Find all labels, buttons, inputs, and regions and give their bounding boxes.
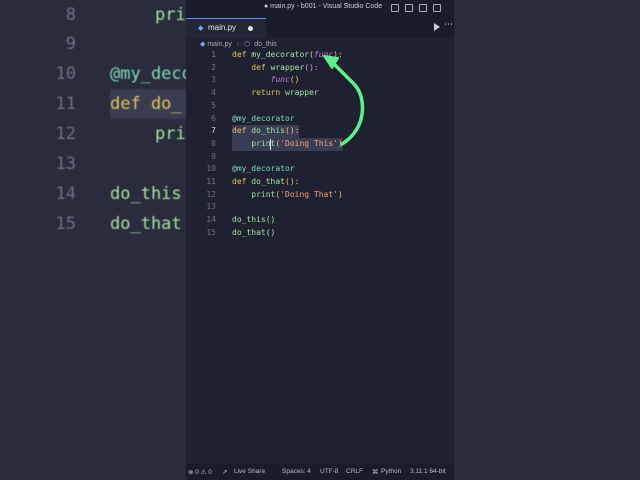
problems-indicator[interactable]: ⊗ 0 ⚠ 0 xyxy=(188,468,212,476)
line-code[interactable]: def my_decorator(func): xyxy=(232,49,343,62)
more-actions-icon[interactable]: ⋯ xyxy=(444,20,453,30)
line-code[interactable]: do_that() xyxy=(232,227,275,240)
line-number: 15 xyxy=(206,227,216,237)
bg-code: pri xyxy=(155,124,186,144)
python-language-icon: ⌘ xyxy=(372,469,379,476)
code-line[interactable]: 5 xyxy=(186,100,454,113)
vscode-window: ● main.py - b001 - Visual Studio Code ◆ … xyxy=(186,0,454,480)
breadcrumb-file[interactable]: main.py xyxy=(207,41,232,48)
code-line[interactable]: 3 func() xyxy=(186,74,454,87)
line-code[interactable]: @my_decorator xyxy=(232,163,295,176)
code-line[interactable]: 8 print('Doing This') xyxy=(186,137,454,151)
toggle-sidebar-icon[interactable] xyxy=(391,4,399,12)
line-number: 14 xyxy=(206,215,216,225)
line-code[interactable]: print('Doing This') xyxy=(232,137,343,151)
bg-line-number: 15 xyxy=(55,214,76,234)
line-code[interactable]: def wrapper(): xyxy=(232,62,318,75)
toggle-panel-icon[interactable] xyxy=(405,4,413,12)
line-number: 1 xyxy=(211,50,216,59)
bg-code: do_that xyxy=(110,214,182,234)
line-code[interactable]: return wrapper xyxy=(232,87,318,100)
code-line[interactable]: 7 def do_this(): xyxy=(186,125,454,138)
line-code[interactable]: func() xyxy=(232,74,300,87)
code-line[interactable]: 9 xyxy=(186,151,454,164)
line-number: 8 xyxy=(211,138,216,148)
line-number: 3 xyxy=(211,75,216,85)
bg-line-number: 8 xyxy=(65,5,76,25)
code-line[interactable]: 15 do_that() xyxy=(186,227,454,240)
eol-indicator[interactable]: CRLF xyxy=(346,468,363,475)
bg-line-number: 12 xyxy=(55,124,76,144)
live-share-button[interactable]: Live Share xyxy=(234,468,265,475)
line-number: 10 xyxy=(206,164,216,174)
code-line[interactable]: 12 print('Doing That') xyxy=(186,189,454,202)
line-number: 2 xyxy=(211,62,216,72)
python-file-icon: ◆ xyxy=(198,24,204,32)
line-number: 6 xyxy=(211,113,216,123)
text-cursor xyxy=(270,139,271,150)
toggle-secondary-sidebar-icon[interactable] xyxy=(419,4,427,12)
line-number: 9 xyxy=(211,151,216,161)
tab-bar: ◆ main.py ⋯ xyxy=(186,18,454,38)
breadcrumb-symbol[interactable]: do_this xyxy=(254,41,277,48)
indentation-indicator[interactable]: Spaces: 4 xyxy=(282,468,311,475)
code-line[interactable]: 1 def my_decorator(func): xyxy=(186,49,454,62)
line-number: 7 xyxy=(211,126,216,136)
status-bar: ⊗ 0 ⚠ 0 ↗ Live Share Spaces: 4 UTF-8 CRL… xyxy=(186,464,454,480)
line-code[interactable]: @my_decorator xyxy=(232,113,295,126)
line-code[interactable]: def do_this(): xyxy=(232,125,300,138)
function-symbol-icon: ⬡ xyxy=(244,41,251,48)
bg-line-number: 9 xyxy=(65,34,76,54)
bg-code: pri xyxy=(155,5,186,25)
line-code[interactable]: do_this() xyxy=(232,214,275,227)
line-number: 13 xyxy=(206,202,216,212)
unsaved-dot-icon[interactable] xyxy=(248,26,253,31)
bg-line-number: 11 xyxy=(55,94,76,114)
tab-label: main.py xyxy=(208,23,237,32)
line-number: 11 xyxy=(206,177,216,186)
window-title: ● main.py - b001 - Visual Studio Code xyxy=(264,3,383,10)
line-code[interactable]: def do_that(): xyxy=(232,176,299,189)
customize-layout-icon[interactable] xyxy=(433,4,441,12)
code-line[interactable]: 6 @my_decorator xyxy=(186,113,454,126)
bg-line-number: 10 xyxy=(55,64,76,84)
code-line[interactable]: 14 do_this() xyxy=(186,214,454,227)
title-bar: ● main.py - b001 - Visual Studio Code xyxy=(186,0,454,18)
python-file-icon: ◆ xyxy=(200,40,206,48)
interpreter-version[interactable]: 3.11.1 64-bit xyxy=(410,468,446,475)
live-share-icon: ↗ xyxy=(222,469,228,476)
bg-code: do_this xyxy=(110,184,182,204)
line-number: 5 xyxy=(211,100,216,110)
line-number: 12 xyxy=(206,189,216,199)
code-line[interactable]: 2 def wrapper(): xyxy=(186,62,454,75)
code-line[interactable]: 10 @my_decorator xyxy=(186,163,454,176)
language-mode[interactable]: Python xyxy=(381,468,401,475)
line-code[interactable]: print('Doing That') xyxy=(232,189,343,202)
code-line[interactable]: 4 return wrapper xyxy=(186,87,454,100)
tab-main-py[interactable]: ◆ main.py xyxy=(186,18,266,38)
bg-line-number: 13 xyxy=(55,154,76,174)
bg-line-number: 14 xyxy=(55,184,76,204)
bg-code: def do_ xyxy=(110,94,182,114)
run-icon[interactable] xyxy=(434,23,440,31)
encoding-indicator[interactable]: UTF-8 xyxy=(320,468,338,475)
code-line[interactable]: 13 xyxy=(186,201,454,214)
line-number: 4 xyxy=(211,88,216,98)
code-line[interactable]: 11 def do_that(): xyxy=(186,176,454,189)
breadcrumb-separator-icon: › xyxy=(236,41,240,48)
